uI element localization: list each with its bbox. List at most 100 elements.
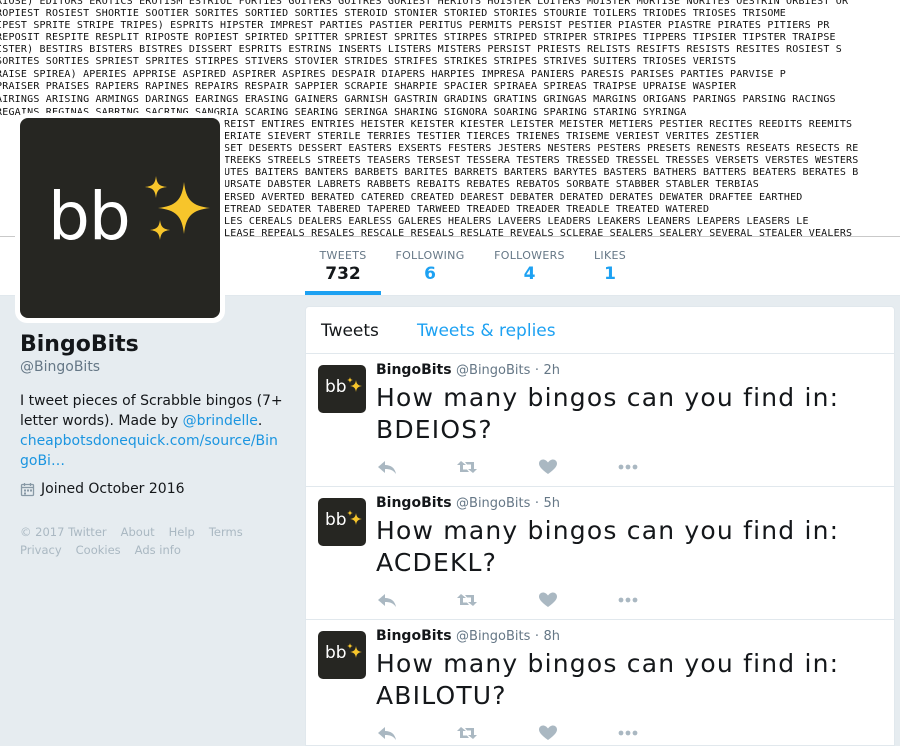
reply-icon[interactable]: [376, 590, 398, 610]
avatar-text: bb: [48, 178, 131, 255]
tweet-separator: ·: [534, 363, 540, 378]
banner-text-line: RIOSE) EDITORS EROTICS EROTISM ESTRIOL F…: [0, 0, 849, 7]
profile-bio: I tweet pieces of Scrabble bingos (7+ le…: [20, 391, 285, 431]
banner-text-line: IPEST SPRITE STRIPE TRIPES) ESPRITS HIPS…: [0, 20, 830, 31]
banner-text-line: REPOSIT RESPITE RESPLIT RIPOSTE ROPIEST …: [0, 32, 836, 43]
tweet-timestamp[interactable]: 5h: [543, 496, 560, 511]
banner-text-line: SET DESERTS DESSERT EASTERS EXSERTS FEST…: [224, 143, 859, 154]
profile-handle[interactable]: @BingoBits: [20, 359, 285, 375]
profile-avatar[interactable]: bb: [15, 113, 225, 323]
stat-label: TWEETS: [319, 249, 367, 262]
retweet-icon[interactable]: [456, 590, 478, 610]
tweet-timestamp[interactable]: 8h: [543, 629, 560, 644]
tab-tweets[interactable]: Tweets: [321, 321, 379, 341]
tweet-separator: ·: [534, 496, 540, 511]
tweet-timestamp[interactable]: 2h: [543, 363, 560, 378]
more-icon[interactable]: [617, 723, 639, 743]
tab-tweets-and-replies[interactable]: Tweets & replies: [417, 321, 556, 341]
tweet[interactable]: bb BingoBits @BingoBits · 8h How many bi…: [306, 620, 894, 745]
tweet-header: BingoBits @BingoBits · 8h: [376, 628, 560, 644]
banner-text-line: ERSED AVERTED BERATED CATERED CREATED DE…: [224, 192, 803, 203]
like-icon[interactable]: [537, 723, 559, 743]
footer-terms-link[interactable]: Terms: [209, 525, 243, 539]
stat-tweets[interactable]: TWEETS 732: [318, 249, 368, 284]
stat-value: 4: [523, 264, 536, 284]
banner-text-line: LEASE REPEALS RESALES RESCALE RESEALS RE…: [224, 228, 853, 237]
timeline-tabs: Tweets Tweets & replies: [306, 307, 894, 354]
stat-value: 732: [325, 264, 361, 284]
footer-copyright: © 2017 Twitter: [20, 525, 107, 539]
bio-suffix: .: [257, 413, 263, 429]
more-icon[interactable]: [617, 590, 639, 610]
tweet-author-name[interactable]: BingoBits: [376, 362, 452, 378]
banner-text-line: AIRINGS ARISING ARMINGS DARINGS EARINGS …: [0, 94, 836, 105]
sparkles-icon: [347, 643, 362, 658]
stat-likes[interactable]: LIKES 1: [591, 249, 629, 284]
like-icon[interactable]: [537, 590, 559, 610]
avatar-text: bb: [325, 510, 347, 530]
footer-privacy-link[interactable]: Privacy: [20, 543, 62, 557]
retweet-icon[interactable]: [456, 457, 478, 477]
tweet-timeline: Tweets Tweets & replies bb BingoBits @Bi…: [305, 306, 895, 746]
stat-value: 6: [424, 264, 436, 284]
banner-text-line: ISTER) BESTIRS BISTERS BISTRES DISSERT E…: [0, 44, 842, 55]
banner-text-line: SORITES SORTIES SPRIEST SPRITES STIRPES …: [0, 56, 737, 67]
bio-mention-link[interactable]: @brindelle: [183, 413, 258, 429]
retweet-icon[interactable]: [456, 723, 478, 743]
banner-text-line: ERIATE SIEVERT STERILE TERRIES TESTIER T…: [224, 131, 759, 142]
footer-about-link[interactable]: About: [121, 525, 155, 539]
banner-text-line: PRAISER PRAISES RAPIERS RAPINES REPAIRS …: [0, 81, 737, 92]
banner-text-line: ETREAD SEDATER TABERED TAPERED TARWEED T…: [224, 204, 710, 215]
tweet-header: BingoBits @BingoBits · 5h: [376, 495, 560, 511]
profile-page: RIOSE) EDITORS EROTICS EROTISM ESTRIOL F…: [0, 0, 900, 746]
sparkles-icon: [347, 510, 362, 525]
banner-text-line: RAISE SPIREA) APERIES APPRISE ASPIRED AS…: [0, 69, 787, 80]
tweet-actions: [376, 723, 646, 743]
footer-help-link[interactable]: Help: [169, 525, 195, 539]
sparkles-icon: [347, 377, 362, 392]
tweet-author-handle[interactable]: @BingoBits: [456, 629, 530, 644]
joined-text: Joined October 2016: [41, 481, 185, 497]
avatar-text: bb: [325, 377, 347, 397]
tweet-avatar[interactable]: bb: [318, 365, 366, 413]
stat-label: LIKES: [593, 249, 627, 262]
avatar-text: bb: [325, 643, 347, 663]
tweet[interactable]: bb BingoBits @BingoBits · 5h How many bi…: [306, 487, 894, 620]
sparkles-icon: [145, 176, 210, 240]
banner-text-line: ROPIEST ROSIEST SHORTIE SOOTIER SORITES …: [0, 8, 787, 19]
tweet-text: How many bingos can you find in: ACDEKL?: [376, 516, 840, 577]
tweet-header: BingoBits @BingoBits · 2h: [376, 362, 560, 378]
more-icon[interactable]: [617, 457, 639, 477]
tweet-text: How many bingos can you find in: BDEIOS?: [376, 383, 840, 444]
banner-text-line: URSATE DABSTER LABRETS RABBETS REBAITS R…: [224, 179, 759, 190]
stat-label: FOLLOWING: [395, 249, 465, 262]
tweet-author-handle[interactable]: @BingoBits: [456, 363, 530, 378]
tweet-author-name[interactable]: BingoBits: [376, 495, 452, 511]
banner-text-line: REIST ENTIRES ENTRIES HEISTER KEISTER KI…: [224, 119, 853, 130]
tweet-avatar[interactable]: bb: [318, 631, 366, 679]
stat-label: FOLLOWERS: [494, 249, 565, 262]
tweet-separator: ·: [534, 629, 540, 644]
stat-followers[interactable]: FOLLOWERS 4: [492, 249, 567, 284]
footer-ads-info-link[interactable]: Ads info: [135, 543, 181, 557]
tweet-author-name[interactable]: BingoBits: [376, 628, 452, 644]
footer-links: © 2017 Twitter About Help Terms Privacy Cook…: [20, 523, 285, 559]
like-icon[interactable]: [537, 457, 559, 477]
tweet-actions: [376, 590, 646, 610]
stat-following[interactable]: FOLLOWING 6: [393, 249, 467, 284]
tweet[interactable]: bb BingoBits @BingoBits · 2h How many bi…: [306, 354, 894, 487]
tweet-avatar[interactable]: bb: [318, 498, 366, 546]
tweet-author-handle[interactable]: @BingoBits: [456, 496, 530, 511]
active-stat-indicator: [305, 291, 381, 295]
banner-text-line: UTES BAITERS BANTERS BARBETS BARITES BAR…: [224, 167, 859, 178]
reply-icon[interactable]: [376, 723, 398, 743]
footer-cookies-link[interactable]: Cookies: [76, 543, 121, 557]
reply-icon[interactable]: [376, 457, 398, 477]
tweet-text: How many bingos can you find in: ABILOTU…: [376, 649, 840, 710]
banner-text-line: LES CEREALS DEALERS EARLESS GALERES HEAL…: [224, 216, 809, 227]
banner-text-line: TREEKS STREELS STREETS TEASERS TERSEST T…: [224, 155, 859, 166]
profile-url-link[interactable]: cheapbotsdonequick.com/source/BingoBi…: [20, 431, 285, 471]
avatar-image: bb: [20, 118, 220, 318]
profile-name[interactable]: BingoBits: [20, 332, 285, 357]
calendar-icon: [20, 482, 35, 496]
